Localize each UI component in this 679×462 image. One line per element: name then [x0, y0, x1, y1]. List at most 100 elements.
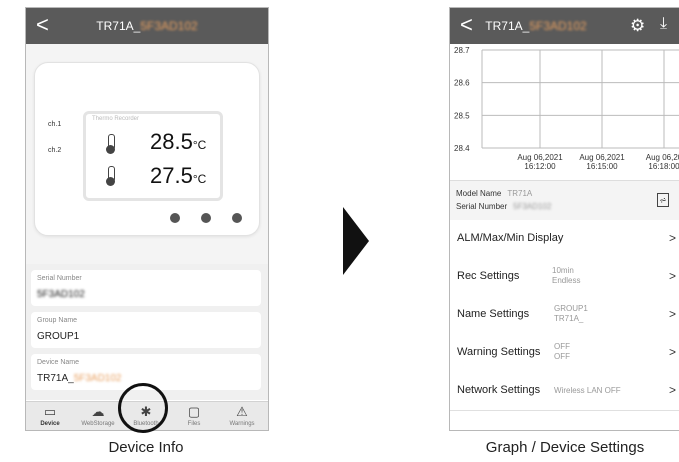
menu-item[interactable]: Network Settings Wireless LAN OFF >: [450, 372, 679, 411]
device-info-screen: < TR71A_5F3AD102 ch.1 ch.2 Thermo Record…: [25, 7, 269, 431]
menu-item-label: Rec Settings: [457, 270, 520, 282]
menu-item-label: Name Settings: [457, 308, 530, 320]
nav-label: Warnings: [229, 421, 255, 427]
download-icon[interactable]: ⤓: [660, 15, 667, 33]
chevron-right-icon: >: [669, 231, 677, 245]
nav-label: Device: [40, 421, 60, 427]
x-tick-date: Aug 06,2021: [517, 153, 563, 162]
nav-warnings[interactable]: ⚠ Warnings: [218, 404, 266, 427]
device-brand: Thermo Recorder: [92, 116, 140, 122]
serial-number-label: Serial Number: [37, 275, 82, 282]
group-name-value: GROUP1: [37, 331, 80, 342]
nav-label: Files: [187, 421, 201, 427]
title-redacted: 5F3AD102: [529, 19, 587, 33]
menu-item-label: Network Settings: [457, 384, 541, 396]
menu-item-sub1: 10min: [552, 266, 574, 275]
device-button: [232, 213, 242, 223]
ch2-label: ch.2: [48, 147, 62, 154]
chevron-right-icon: >: [669, 345, 677, 359]
y-tick-label: 28.6: [454, 79, 470, 88]
menu-item-subtext: GROUP1 TR71A_: [554, 304, 588, 324]
y-tick-label: 28.5: [454, 111, 470, 120]
thermometer-icon: [106, 134, 115, 154]
menu-item-sub2: OFF: [554, 352, 570, 361]
menu-item[interactable]: Rec Settings 10min Endless >: [450, 258, 679, 297]
device-name-label: Device Name: [37, 359, 80, 366]
model-name-label: Model Name: [456, 189, 502, 198]
menu-item[interactable]: Warning Settings OFF OFF >: [450, 334, 679, 373]
graph-chart: 28.728.628.528.4Aug 06,202116:12:00Aug 0…: [454, 46, 679, 171]
chevron-right-icon: >: [669, 269, 677, 283]
serial-number-value: 5F3AD102: [37, 289, 85, 300]
device-name-value: TR71A_5F3AD102: [37, 373, 122, 384]
ch2-unit: °C: [192, 172, 207, 186]
top-bar: < TR71A_5F3AD102: [26, 8, 268, 44]
screen-title: TR71A_5F3AD102: [450, 19, 622, 33]
nav-device[interactable]: ▭ Device: [26, 404, 74, 427]
ch1-label: ch.1: [48, 121, 62, 128]
thermometer-icon: [106, 166, 115, 186]
x-tick-date: Aug 06,2021: [579, 153, 625, 162]
serial-value: 5F3AD102: [513, 202, 552, 211]
top-bar: < TR71A_5F3AD102 ⚙ ⤓: [450, 8, 679, 44]
menu-item-subtext: 10min Endless: [552, 266, 580, 286]
nav-webstorage[interactable]: ☁ WebStorage: [74, 404, 122, 427]
ch1-value: 28.5: [150, 129, 193, 154]
highlight-circle: [118, 383, 168, 433]
group-name-label: Group Name: [37, 317, 78, 324]
title-prefix: TR71A_: [96, 19, 141, 33]
right-caption: Graph / Device Settings: [485, 439, 645, 456]
device-name-prefix: TR71A_: [37, 373, 74, 384]
device-button: [170, 213, 180, 223]
menu-item-sub1: GROUP1: [554, 304, 588, 313]
folder-icon: ▢: [187, 404, 201, 419]
group-name-card[interactable]: Group Name GROUP1: [31, 312, 261, 348]
menu-item-label: Warning Settings: [457, 346, 541, 358]
screen-title: TR71A_5F3AD102: [26, 19, 268, 33]
menu-item-sub1: Wireless LAN OFF: [554, 386, 621, 395]
menu-item-sub2: TR71A_: [554, 314, 584, 323]
device-info-list: Serial Number 5F3AD102 Group Name GROUP1…: [26, 264, 268, 400]
device-image-area: ch.1 ch.2 Thermo Recorder 28.5°C 27.5°C: [26, 44, 268, 264]
cloud-icon: ☁: [91, 404, 105, 419]
model-info: Model Name TR71A Serial Number 5F3AD102 ⩫: [450, 180, 679, 221]
ch1-unit: °C: [192, 138, 207, 152]
left-caption: Device Info: [108, 439, 184, 456]
menu-item[interactable]: ALM/Max/Min Display >: [450, 220, 679, 259]
report-icon[interactable]: ⩫: [657, 193, 669, 207]
ch1-reading: 28.5°C: [150, 129, 206, 155]
gear-icon[interactable]: ⚙: [630, 16, 645, 36]
chevron-right-icon: >: [669, 383, 677, 397]
chevron-right-icon: >: [669, 307, 677, 321]
warning-icon: ⚠: [236, 404, 248, 419]
y-tick-label: 28.4: [454, 144, 470, 153]
graph-area[interactable]: 28.7 28.6 28.5 28.4 Aug 06,2021 16:12:00 Aug 0…: [450, 44, 679, 180]
title-redacted: 5F3AD102: [140, 19, 198, 33]
menu-item-subtext: Wireless LAN OFF: [554, 386, 621, 396]
title-prefix: TR71A_: [485, 19, 530, 33]
arrow-right-icon: [343, 207, 369, 275]
serial-row: Serial Number 5F3AD102: [456, 202, 551, 211]
model-name-row: Model Name TR71A: [456, 189, 532, 198]
x-tick-time: 16:15:00: [586, 162, 618, 171]
device-icon: ▭: [43, 404, 57, 419]
menu-item-label: ALM/Max/Min Display: [457, 232, 564, 244]
menu-item-sub1: OFF: [554, 342, 570, 351]
model-name-value: TR71A: [507, 189, 533, 198]
nav-label: WebStorage: [81, 421, 115, 427]
device-button: [201, 213, 211, 223]
device-illustration: ch.1 ch.2 Thermo Recorder 28.5°C 27.5°C: [34, 62, 260, 236]
y-tick-label: 28.7: [454, 46, 470, 55]
x-tick-date: Aug 06,20: [646, 153, 679, 162]
serial-label: Serial Number: [456, 202, 508, 211]
x-tick-time: 16:18:00: [648, 162, 679, 171]
ch2-value: 27.5: [150, 163, 193, 188]
nav-files[interactable]: ▢ Files: [170, 404, 218, 427]
menu-item[interactable]: Name Settings GROUP1 TR71A_ >: [450, 296, 679, 335]
device-name-redacted: 5F3AD102: [73, 373, 122, 384]
ch2-reading: 27.5°C: [150, 163, 206, 189]
serial-number-card: Serial Number 5F3AD102: [31, 270, 261, 306]
graph-settings-screen: < TR71A_5F3AD102 ⚙ ⤓ 28.7 28.6 28.5 28.4 Aug…: [449, 7, 679, 431]
x-tick-time: 16:12:00: [524, 162, 556, 171]
menu-item-sub2: Endless: [552, 276, 581, 285]
